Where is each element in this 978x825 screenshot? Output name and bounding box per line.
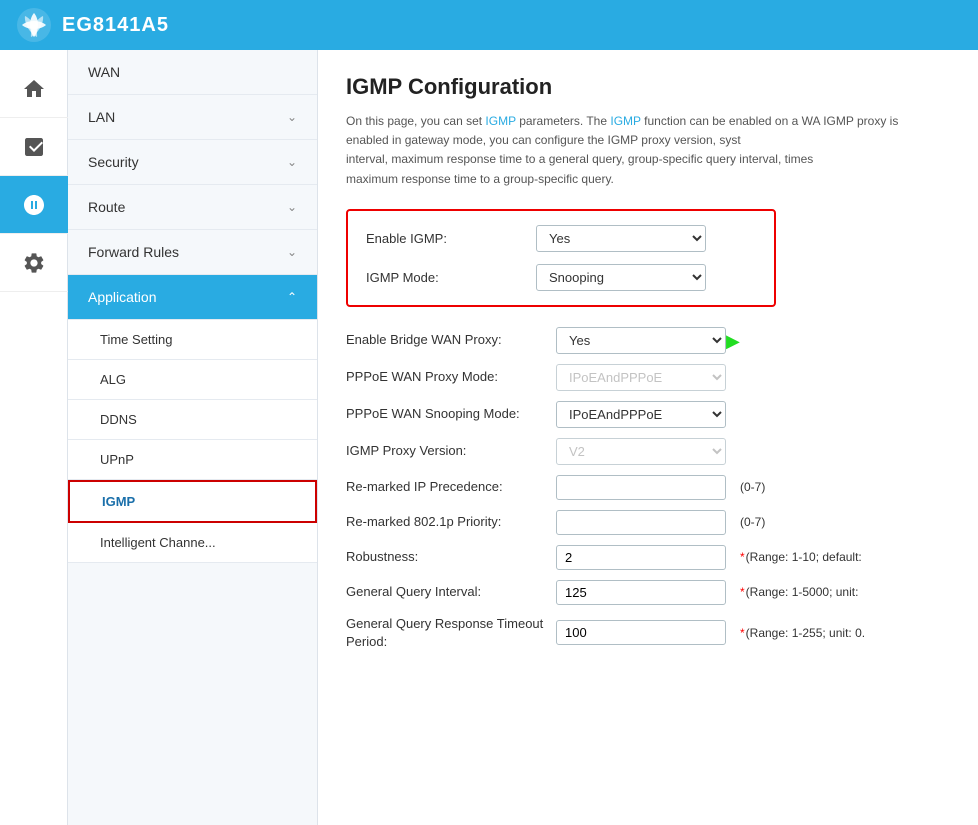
pppoe-proxy-mode-select[interactable]: IPoEAndPPPoE: [556, 364, 726, 391]
igmp-link-1: IGMP: [485, 114, 515, 128]
main-layout: WAN LAN ⌄ Security ⌄ Route ⌄ Forward Rul…: [0, 50, 978, 825]
igmp-proxy-version-label: IGMP Proxy Version:: [346, 442, 546, 460]
remarked-8021p-label: Re-marked 802.1p Priority:: [346, 513, 546, 531]
pppoe-snooping-mode-label: PPPoE WAN Snooping Mode:: [346, 405, 546, 423]
plus-box-icon: [22, 135, 46, 159]
page-description: On this page, you can set IGMP parameter…: [346, 112, 906, 189]
sub-nav-intelligent-channel[interactable]: Intelligent Channe...: [68, 523, 317, 563]
sidebar-icon-status[interactable]: [0, 118, 68, 176]
full-config: Enable Bridge WAN Proxy: YesNo ▶ PPPoE W…: [346, 327, 950, 651]
chevron-down-icon: ⌄: [287, 110, 297, 124]
remarked-ip-input[interactable]: [556, 475, 726, 500]
huawei-logo-icon: [16, 7, 52, 43]
cursor-icon: ▶: [726, 331, 740, 352]
remarked-8021p-row: Re-marked 802.1p Priority: (0-7): [346, 510, 950, 535]
igmp-link-2: IGMP: [610, 114, 640, 128]
nav-label-wan: WAN: [88, 64, 120, 80]
sub-nav-upnp[interactable]: UPnP: [68, 440, 317, 480]
igmp-proxy-version-row: IGMP Proxy Version: V2V3: [346, 438, 950, 465]
general-query-interval-label: General Query Interval:: [346, 583, 546, 601]
pppoe-proxy-mode-row: PPPoE WAN Proxy Mode: IPoEAndPPPoE: [346, 364, 950, 391]
sub-nav-label-time-setting: Time Setting: [100, 332, 173, 347]
pppoe-snooping-mode-row: PPPoE WAN Snooping Mode: IPoEAndPPPoE: [346, 401, 950, 428]
sub-nav-igmp[interactable]: IGMP: [68, 480, 317, 523]
sub-nav-label-intelligent-channel: Intelligent Channe...: [100, 535, 216, 550]
chevron-down-icon: ⌄: [287, 245, 297, 259]
pppoe-snooping-mode-select[interactable]: IPoEAndPPPoE: [556, 401, 726, 428]
desc-cont-2: interval, maximum response time to a gen…: [346, 152, 813, 166]
sub-nav-ddns[interactable]: DDNS: [68, 400, 317, 440]
content-area: IGMP Configuration On this page, you can…: [318, 50, 978, 825]
remarked-8021p-input[interactable]: [556, 510, 726, 535]
nav-label-forward-rules: Forward Rules: [88, 244, 179, 260]
bridge-wan-proxy-label: Enable Bridge WAN Proxy:: [346, 331, 546, 349]
chevron-down-icon: ⌄: [287, 200, 297, 214]
nav-label-security: Security: [88, 154, 139, 170]
nav-label-lan: LAN: [88, 109, 115, 125]
nav-item-forward-rules[interactable]: Forward Rules ⌄: [68, 230, 317, 275]
nav-label-route: Route: [88, 199, 125, 215]
igmp-proxy-version-select[interactable]: V2V3: [556, 438, 726, 465]
robustness-row: Robustness: (Range: 1-10; default:: [346, 545, 950, 570]
settings-icon: [22, 193, 46, 217]
nav-item-application[interactable]: Application ⌃: [68, 275, 317, 320]
pppoe-proxy-mode-label: PPPoE WAN Proxy Mode:: [346, 368, 546, 386]
general-query-response-input[interactable]: [556, 620, 726, 645]
enable-igmp-row: Enable IGMP: Yes No: [366, 225, 756, 252]
remarked-8021p-hint: (0-7): [740, 515, 765, 529]
sidebar-icons: [0, 50, 68, 825]
sidebar-icon-forward-rules[interactable]: [0, 176, 68, 234]
nav-label-application: Application: [88, 289, 157, 305]
robustness-label: Robustness:: [346, 548, 546, 566]
enable-igmp-label: Enable IGMP:: [366, 231, 526, 246]
desc-cont-3: maximum response time to a group-specifi…: [346, 172, 614, 186]
remarked-ip-precedence-row: Re-marked IP Precedence: (0-7): [346, 475, 950, 500]
sub-nav-time-setting[interactable]: Time Setting: [68, 320, 317, 360]
general-query-response-label: General Query Response Timeout Period:: [346, 615, 546, 651]
igmp-config-box: Enable IGMP: Yes No IGMP Mode: Snooping …: [346, 209, 776, 307]
igmp-mode-label: IGMP Mode:: [366, 270, 526, 285]
igmp-mode-row: IGMP Mode: Snooping Proxy: [366, 264, 756, 291]
gear-icon: [22, 251, 46, 275]
sidebar-icon-gear[interactable]: [0, 234, 68, 292]
enable-igmp-select[interactable]: Yes No: [536, 225, 706, 252]
bridge-wan-proxy-select[interactable]: YesNo: [556, 327, 726, 354]
sidebar-icon-home[interactable]: [0, 60, 68, 118]
general-query-interval-hint: (Range: 1-5000; unit:: [740, 585, 858, 599]
nav-item-lan[interactable]: LAN ⌄: [68, 95, 317, 140]
header: EG8141A5: [0, 0, 978, 50]
general-query-interval-input[interactable]: [556, 580, 726, 605]
sub-nav-label-upnp: UPnP: [100, 452, 134, 467]
general-query-response-row: General Query Response Timeout Period: (…: [346, 615, 950, 651]
chevron-down-icon: ⌄: [287, 155, 297, 169]
sidebar-nav: WAN LAN ⌄ Security ⌄ Route ⌄ Forward Rul…: [68, 50, 318, 825]
general-query-interval-row: General Query Interval: (Range: 1-5000; …: [346, 580, 950, 605]
sub-nav-label-alg: ALG: [100, 372, 126, 387]
header-title: EG8141A5: [62, 14, 169, 37]
bridge-wan-proxy-row: Enable Bridge WAN Proxy: YesNo ▶: [346, 327, 950, 354]
sub-nav-label-ddns: DDNS: [100, 412, 137, 427]
nav-item-wan[interactable]: WAN: [68, 50, 317, 95]
nav-item-route[interactable]: Route ⌄: [68, 185, 317, 230]
sub-nav-alg[interactable]: ALG: [68, 360, 317, 400]
logo: EG8141A5: [16, 7, 169, 43]
general-query-response-hint: (Range: 1-255; unit: 0.: [740, 626, 865, 640]
robustness-hint: (Range: 1-10; default:: [740, 550, 862, 564]
igmp-mode-select[interactable]: Snooping Proxy: [536, 264, 706, 291]
home-icon: [22, 77, 46, 101]
page-title: IGMP Configuration: [346, 74, 950, 100]
remarked-ip-label: Re-marked IP Precedence:: [346, 478, 546, 496]
robustness-input[interactable]: [556, 545, 726, 570]
nav-item-security[interactable]: Security ⌄: [68, 140, 317, 185]
remarked-ip-hint: (0-7): [740, 480, 765, 494]
sub-nav-label-igmp: IGMP: [102, 494, 135, 509]
chevron-up-icon: ⌃: [287, 290, 297, 304]
